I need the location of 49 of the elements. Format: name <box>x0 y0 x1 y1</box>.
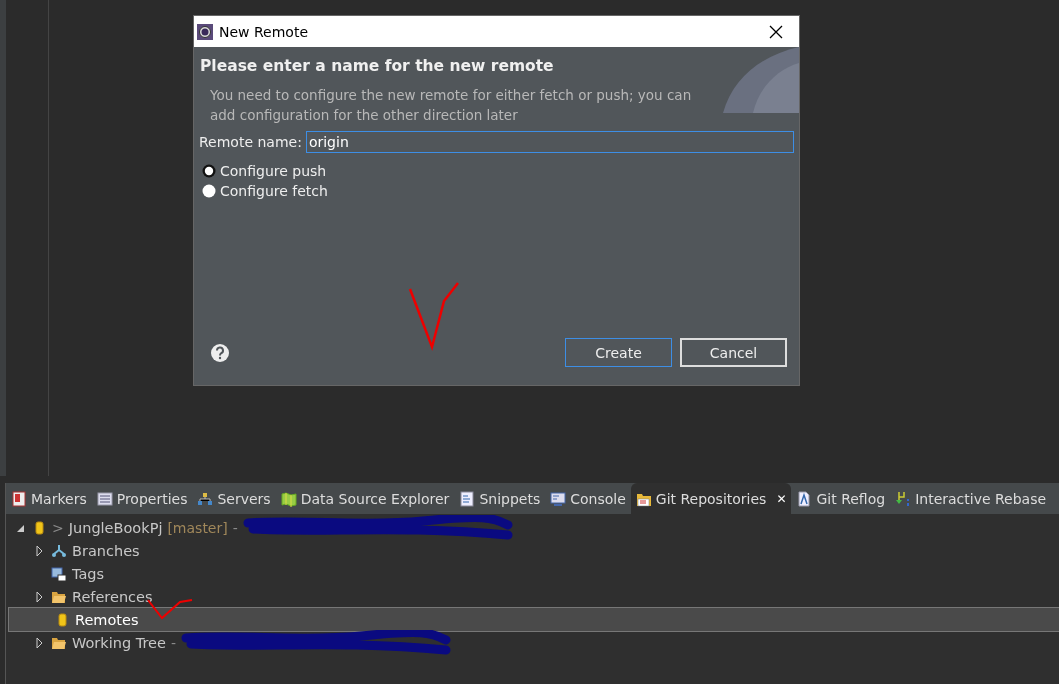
tree-row[interactable]: > JungleBookPj [master] - <box>6 516 1059 539</box>
tree-label: Tags <box>72 565 105 582</box>
list-icon <box>96 490 113 507</box>
remote-name-field[interactable]: origin <box>305 131 794 153</box>
radio-button[interactable] <box>202 184 216 198</box>
panel-tab[interactable]: Git Repositories ✕ <box>630 483 792 514</box>
help-icon[interactable] <box>210 342 230 363</box>
window-title: New Remote <box>219 23 309 40</box>
panel-tab[interactable]: Data Source Explorer <box>275 483 455 514</box>
tree-label: JungleBookPj <box>68 519 163 536</box>
tree-row[interactable]: Remotes <box>9 608 1059 631</box>
panel-tab[interactable]: Properties <box>91 483 193 514</box>
tree-row[interactable]: References <box>6 585 1059 608</box>
panel-tab[interactable]: Git Reflog <box>791 483 891 514</box>
document-icon <box>796 490 813 507</box>
separator-dash: - <box>170 634 177 651</box>
separator-dash: - <box>232 519 238 536</box>
bookmark-icon <box>11 490 27 507</box>
branch-label: [master] <box>167 519 228 536</box>
network-icon <box>197 490 214 507</box>
panel-tab[interactable]: Console <box>545 483 631 514</box>
map-icon <box>280 490 297 507</box>
document-icon <box>459 490 476 507</box>
monitor-icon <box>550 490 567 507</box>
radio-label[interactable]: Configure fetch <box>220 183 328 199</box>
dialog-description: You need to configure the new remote for either fetch or push; you can add configuration for the other direction later <box>210 86 693 125</box>
tree-label: Remotes <box>75 611 139 628</box>
dialog-button[interactable]: Cancel <box>680 338 787 367</box>
tags-icon <box>51 565 67 582</box>
dialog-heading: Please enter a name for the new remote <box>200 57 555 75</box>
dialog-button[interactable]: Create <box>565 338 672 367</box>
radio-label[interactable]: Configure push <box>220 163 327 179</box>
radio-button[interactable] <box>202 164 216 178</box>
close-icon[interactable]: ✕ <box>776 491 787 506</box>
tree-row[interactable]: Working Tree - <box>6 631 1059 654</box>
tree-label: Working Tree <box>72 634 166 651</box>
field-label: Remote name: <box>199 134 302 150</box>
gear-icon <box>197 23 213 40</box>
tree-label: Branches <box>72 542 140 559</box>
panel-tab[interactable]: Servers <box>192 483 276 514</box>
merge-arrow-icon <box>895 490 912 507</box>
panel-tab[interactable]: Markers <box>6 483 92 514</box>
panel-tab[interactable]: Interactive Rebase <box>890 483 1052 514</box>
tree-row[interactable]: Tags <box>6 562 1059 585</box>
branches-icon <box>51 542 67 559</box>
tree-row[interactable]: Branches <box>6 539 1059 562</box>
repo-prefix: > <box>52 519 64 536</box>
tree-label: References <box>72 588 153 605</box>
panel-tab[interactable]: Snippets <box>454 483 546 514</box>
